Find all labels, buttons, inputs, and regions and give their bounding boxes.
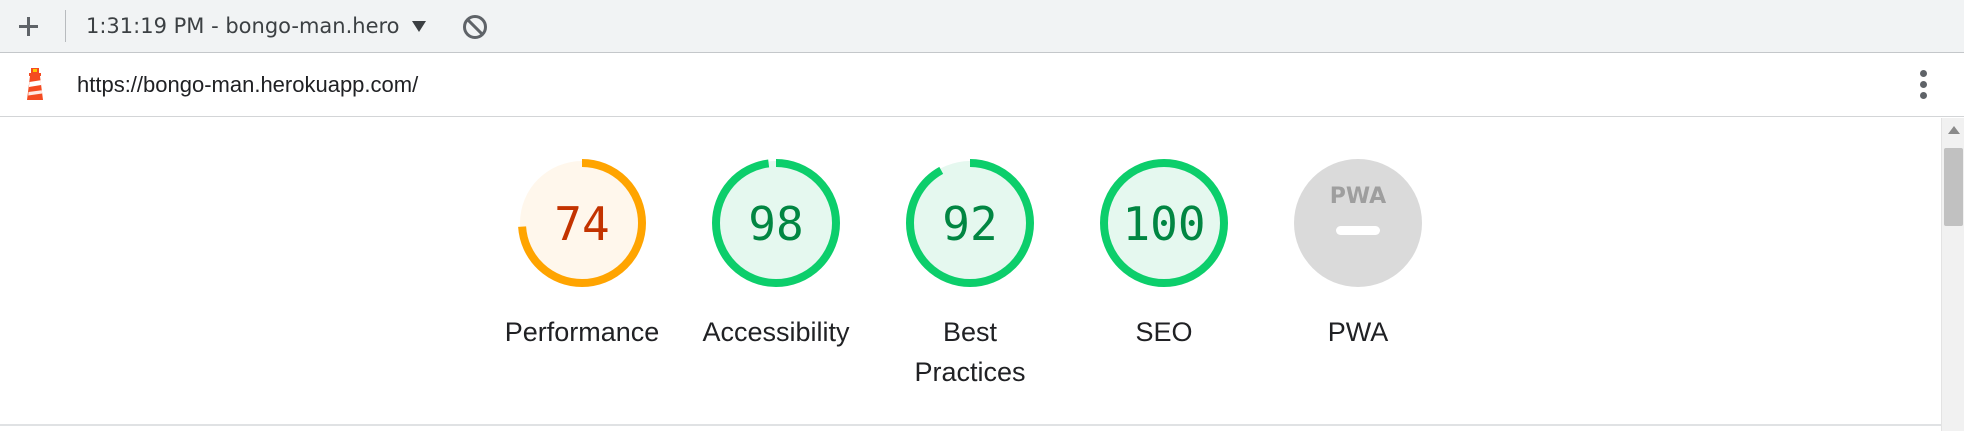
scrollbar[interactable] — [1941, 118, 1964, 431]
gauge-best-practices-ring: 92 — [906, 159, 1034, 287]
gauge-accessibility-score: 98 — [748, 197, 803, 251]
page-url: https://bongo-man.herokuapp.com/ — [77, 72, 419, 97]
gauge-performance-score: 74 — [554, 197, 609, 251]
block-icon[interactable] — [460, 12, 490, 42]
pwa-badge-icon: PWA — [1294, 159, 1422, 287]
lighthouse-icon — [27, 68, 43, 100]
gauge-performance[interactable]: 74 Performance — [497, 156, 667, 352]
report-selector-label: 1:31:19 PM - bongo-man.hero — [86, 14, 400, 38]
pwa-badge-text: PWA — [1330, 184, 1386, 209]
gauge-accessibility[interactable]: 98 Accessibility — [691, 156, 861, 352]
gauge-performance-label: Performance — [504, 317, 660, 347]
gauge-best-practices-label: Best Practices — [914, 317, 1026, 387]
gauge-seo-score: 100 — [1122, 197, 1205, 251]
toolbar-divider — [65, 10, 66, 42]
scroll-thumb[interactable] — [1944, 148, 1963, 226]
scroll-up-arrow-icon[interactable] — [1948, 126, 1960, 134]
gauge-pwa-label: PWA — [1327, 317, 1389, 347]
gauge-seo-ring: 100 — [1100, 159, 1228, 287]
gauge-seo[interactable]: 100 SEO — [1079, 156, 1249, 352]
gauge-seo-label: SEO — [1135, 317, 1193, 347]
section-divider — [0, 424, 1941, 426]
gauge-best-practices-score: 92 — [942, 197, 997, 251]
kebab-menu-icon[interactable] — [1906, 66, 1940, 104]
scores-header: 74 Performance 98 Accessibility 92 Best … — [0, 118, 1941, 425]
url-bar: https://bongo-man.herokuapp.com/ — [0, 53, 1964, 117]
gauge-pwa[interactable]: PWA PWA — [1273, 156, 1443, 352]
gauge-accessibility-label: Accessibility — [702, 317, 850, 347]
report-toolbar: 1:31:19 PM - bongo-man.hero — [0, 0, 1964, 53]
gauge-best-practices[interactable]: 92 Best Practices — [885, 156, 1055, 392]
gauge-performance-ring: 74 — [518, 159, 646, 287]
gauge-accessibility-ring: 98 — [712, 159, 840, 287]
report-selector[interactable]: 1:31:19 PM - bongo-man.hero — [86, 10, 426, 42]
caret-down-icon — [411, 21, 426, 32]
plus-icon[interactable] — [12, 10, 44, 42]
